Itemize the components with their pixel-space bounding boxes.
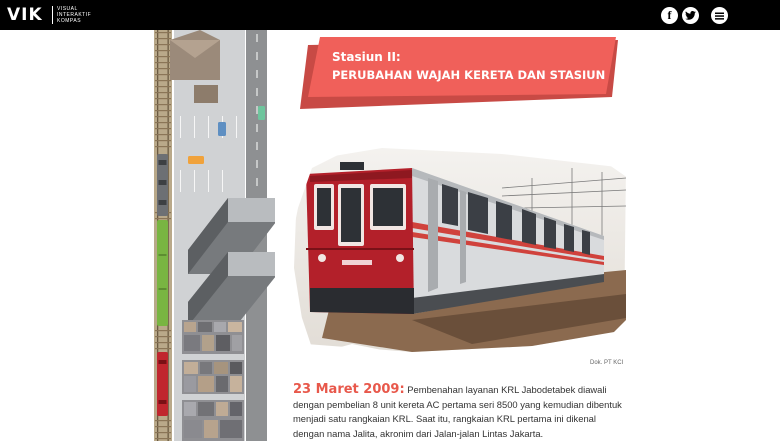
city-map-illustration (154, 30, 275, 441)
menu-button[interactable] (711, 7, 728, 24)
red-train (157, 352, 168, 416)
orange-car (188, 156, 204, 164)
logo-subtitle: VISUAL INTERAKTIF KOMPAS (57, 6, 91, 24)
green-car (258, 106, 265, 120)
train-photo (292, 148, 628, 352)
facebook-share-button[interactable]: f (661, 7, 678, 24)
banner-face (308, 37, 616, 97)
twitter-icon (685, 11, 696, 20)
top-navigation-bar: VIK VISUAL INTERAKTIF KOMPAS f (0, 0, 780, 30)
train-front (306, 162, 414, 314)
facebook-icon: f (667, 8, 672, 22)
road-markings (256, 34, 258, 186)
section-title: Stasiun II: (332, 50, 401, 64)
menu-icon (715, 12, 724, 20)
dense-housing-roofs (182, 320, 244, 441)
green-train (157, 220, 168, 326)
section-subtitle: PERUBAHAN WAJAH KERETA DAN STASIUN (332, 68, 606, 82)
photo-credit: Dok. PT KCI (590, 360, 624, 366)
article-date: 23 Maret 2009: (293, 382, 405, 397)
logo-divider (52, 6, 53, 24)
article-paragraph: 23 Maret 2009: Pembenahan layanan KRL Ja… (293, 382, 623, 441)
vik-logo[interactable]: VIK (7, 5, 43, 25)
twitter-share-button[interactable] (682, 7, 699, 24)
logo-subtitle-line: KOMPAS (57, 18, 82, 24)
blue-car (218, 122, 226, 136)
grey-train (157, 154, 168, 216)
